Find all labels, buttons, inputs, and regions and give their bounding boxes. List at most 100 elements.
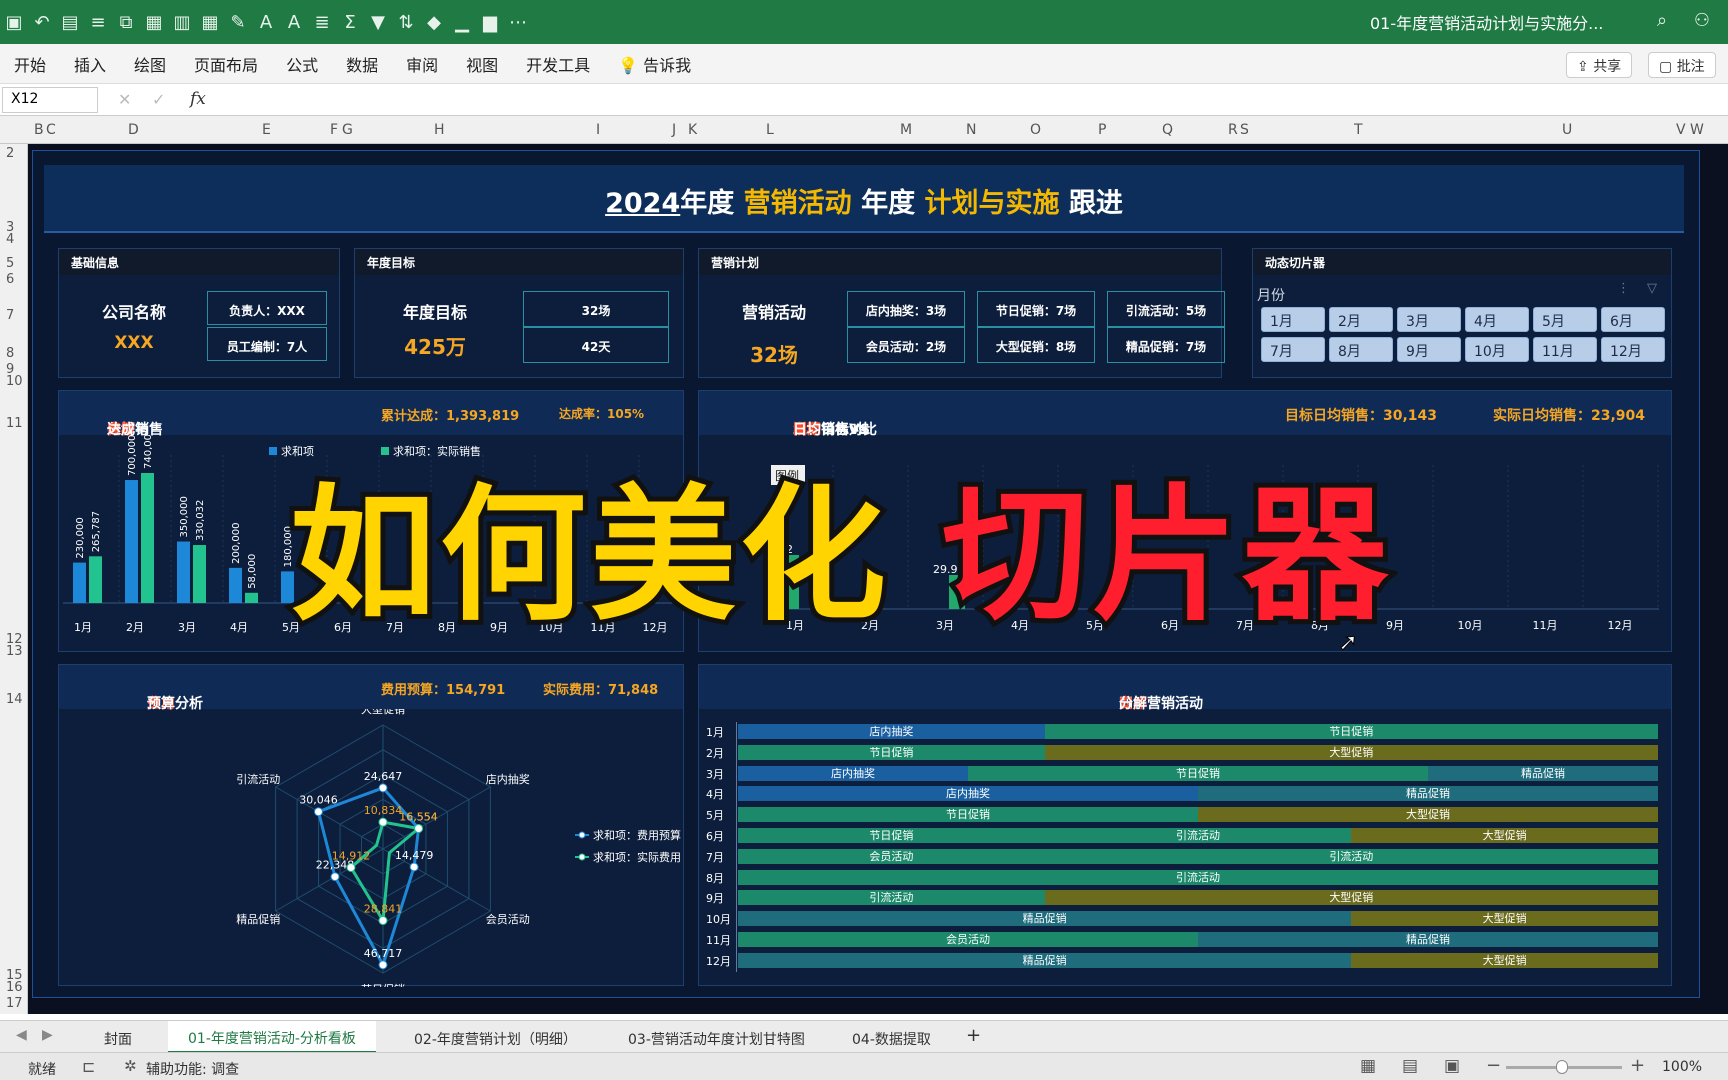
- slicer-item-1[interactable]: 1月: [1261, 307, 1325, 332]
- row-header[interactable]: 2: [6, 146, 14, 161]
- name-box[interactable]: X12: [2, 87, 98, 113]
- tab-page-layout[interactable]: 页面布局: [180, 52, 272, 76]
- sort-icon[interactable]: ⇅: [392, 12, 420, 33]
- next-sheet-icon[interactable]: ▶: [42, 1027, 53, 1043]
- search-icon[interactable]: ⌕: [1648, 10, 1676, 31]
- row-header[interactable]: 4: [6, 232, 14, 247]
- slicer-item-5[interactable]: 5月: [1533, 307, 1597, 332]
- col-header[interactable]: C: [46, 122, 56, 138]
- col-header[interactable]: O: [1030, 122, 1041, 138]
- save-icon[interactable]: ▣: [0, 12, 28, 33]
- sum-icon[interactable]: Σ: [336, 12, 364, 33]
- tab-home[interactable]: 开始: [0, 52, 60, 76]
- col-header[interactable]: F: [330, 122, 338, 138]
- undo-icon[interactable]: ↶: [28, 12, 56, 33]
- col-header[interactable]: L: [766, 122, 774, 138]
- multi-select-icon[interactable]: ⋮: [1617, 281, 1630, 296]
- row-header[interactable]: 11: [6, 416, 23, 431]
- slicer-item-8[interactable]: 8月: [1329, 337, 1393, 362]
- filter-icon[interactable]: ▼: [364, 12, 392, 33]
- font-increase-icon[interactable]: A: [252, 12, 280, 33]
- chart-icon[interactable]: ▁: [448, 12, 476, 33]
- slicer-item-7[interactable]: 7月: [1261, 337, 1325, 362]
- col-header[interactable]: E: [262, 122, 271, 138]
- row-header[interactable]: 17: [6, 996, 23, 1011]
- sheet-tab-dashboard[interactable]: 01-年度营销活动-分析看板: [168, 1021, 376, 1053]
- slicer-item-9[interactable]: 9月: [1397, 337, 1461, 362]
- sheet-tab-extract[interactable]: 04-数据提取: [852, 1029, 931, 1049]
- col-header[interactable]: K: [688, 122, 697, 138]
- brush-icon[interactable]: ✎: [224, 12, 252, 33]
- col-header[interactable]: D: [128, 122, 139, 138]
- row-header[interactable]: 5: [6, 256, 14, 271]
- format-icon[interactable]: ≡: [84, 12, 112, 33]
- slicer-item-12[interactable]: 12月: [1601, 337, 1665, 362]
- accessibility-icon[interactable]: ✲: [124, 1057, 137, 1075]
- slicer-item-10[interactable]: 10月: [1465, 337, 1529, 362]
- bar-chart-icon[interactable]: ▆: [476, 12, 504, 33]
- tab-formulas[interactable]: 公式: [272, 52, 332, 76]
- tab-review[interactable]: 审阅: [392, 52, 452, 76]
- row-header[interactable]: 13: [6, 644, 23, 659]
- col-header[interactable]: S: [1240, 122, 1249, 138]
- accessibility-status[interactable]: 辅助功能: 调查: [146, 1059, 239, 1079]
- zoom-slider-thumb[interactable]: [1556, 1060, 1568, 1074]
- slicer-item-6[interactable]: 6月: [1601, 307, 1665, 332]
- copy-icon[interactable]: ⧉: [112, 12, 140, 33]
- col-header[interactable]: J: [672, 122, 676, 138]
- clipboard-icon[interactable]: ▦: [140, 12, 168, 33]
- col-header[interactable]: U: [1562, 122, 1572, 138]
- cancel-icon[interactable]: ✕: [118, 90, 131, 109]
- row-header[interactable]: 7: [6, 308, 14, 323]
- sheet-tab-gantt[interactable]: 03-营销活动年度计划甘特图: [628, 1029, 805, 1049]
- account-icon[interactable]: ⚇: [1688, 10, 1716, 31]
- normal-view-icon[interactable]: ▦: [1360, 1056, 1376, 1076]
- grid-icon[interactable]: ▦: [196, 12, 224, 33]
- slicer-item-3[interactable]: 3月: [1397, 307, 1461, 332]
- tab-insert[interactable]: 插入: [60, 52, 120, 76]
- tell-me[interactable]: 💡 告诉我: [604, 52, 705, 76]
- confirm-icon[interactable]: ✓: [152, 90, 165, 109]
- more-icon[interactable]: ⋯: [504, 12, 532, 33]
- col-header[interactable]: R: [1228, 122, 1238, 138]
- col-header[interactable]: W: [1690, 122, 1704, 138]
- slicer-item-11[interactable]: 11月: [1533, 337, 1597, 362]
- tab-data[interactable]: 数据: [332, 52, 392, 76]
- row-header[interactable]: 8: [6, 346, 14, 361]
- col-header[interactable]: Q: [1162, 122, 1173, 138]
- zoom-in-button[interactable]: +: [1630, 1055, 1645, 1076]
- align-icon[interactable]: ≣: [308, 12, 336, 33]
- share-button[interactable]: ⇪ 共享: [1566, 52, 1633, 78]
- col-header[interactable]: H: [434, 122, 445, 138]
- function-icon[interactable]: fx: [190, 89, 206, 109]
- formula-input[interactable]: [220, 87, 1710, 113]
- sheet-tab-plan-detail[interactable]: 02-年度营销计划（明细）: [414, 1029, 577, 1049]
- row-header[interactable]: 6: [6, 272, 14, 287]
- col-header[interactable]: P: [1098, 122, 1106, 138]
- col-header[interactable]: T: [1354, 122, 1363, 138]
- prev-sheet-icon[interactable]: ◀: [16, 1027, 27, 1043]
- macro-icon[interactable]: ⊏: [82, 1057, 95, 1076]
- clear-filter-icon[interactable]: ▽: [1647, 281, 1657, 296]
- col-header[interactable]: I: [596, 122, 600, 138]
- sheet-tab-cover[interactable]: 封面: [104, 1029, 132, 1049]
- table-icon[interactable]: ▥: [168, 12, 196, 33]
- paste-icon[interactable]: ▤: [56, 12, 84, 33]
- col-header[interactable]: G: [342, 122, 353, 138]
- col-header[interactable]: M: [900, 122, 912, 138]
- page-break-icon[interactable]: ▣: [1444, 1056, 1460, 1076]
- page-layout-icon[interactable]: ▤: [1402, 1056, 1418, 1076]
- comment-button[interactable]: ▢ 批注: [1648, 52, 1716, 78]
- col-header[interactable]: V: [1676, 122, 1686, 138]
- row-header[interactable]: 14: [6, 692, 23, 707]
- row-header[interactable]: 10: [6, 374, 23, 389]
- shapes-icon[interactable]: ◆: [420, 12, 448, 33]
- zoom-out-button[interactable]: −: [1486, 1055, 1501, 1076]
- tab-draw[interactable]: 绘图: [120, 52, 180, 76]
- slicer-item-4[interactable]: 4月: [1465, 307, 1529, 332]
- col-header[interactable]: B: [34, 122, 44, 138]
- col-header[interactable]: N: [966, 122, 976, 138]
- row-header[interactable]: 16: [6, 980, 23, 995]
- slicer-item-2[interactable]: 2月: [1329, 307, 1393, 332]
- tab-view[interactable]: 视图: [452, 52, 512, 76]
